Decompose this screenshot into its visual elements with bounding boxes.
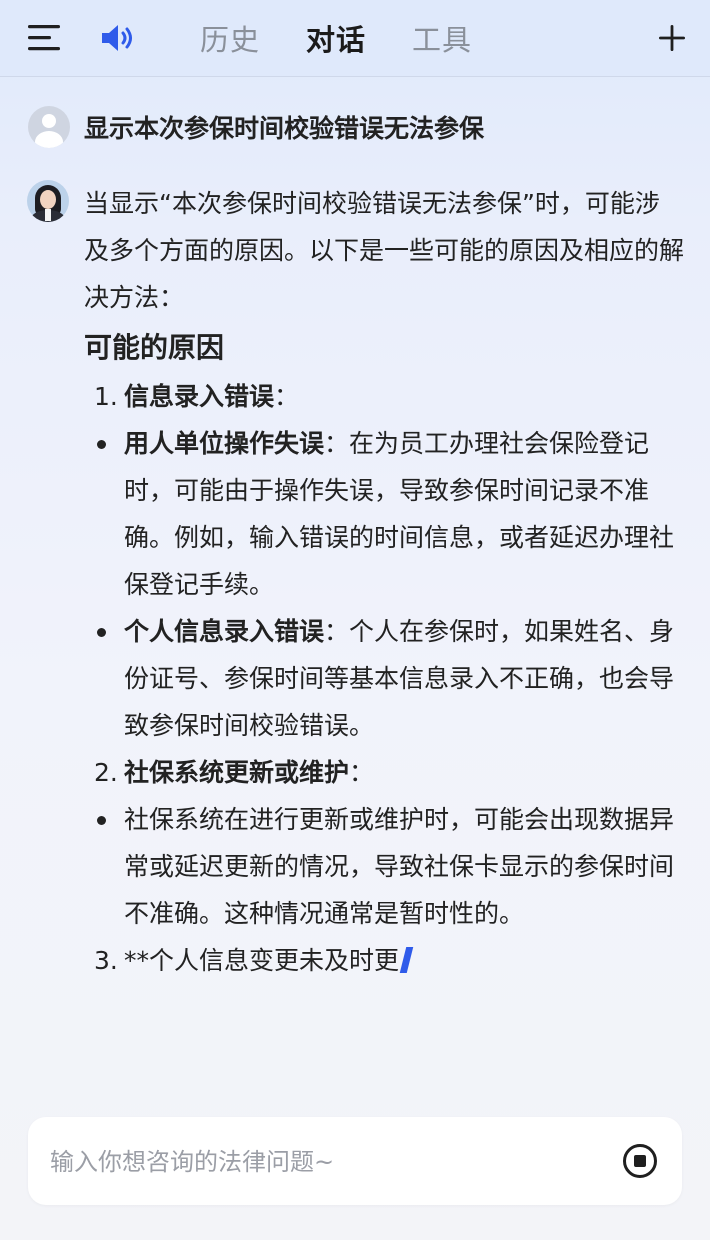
bullet-bold: 个人信息录入错误 <box>124 617 325 646</box>
tab-chat[interactable]: 对话 <box>306 17 366 59</box>
speaker-icon[interactable] <box>100 22 136 54</box>
tab-history[interactable]: 历史 <box>200 17 260 59</box>
list-item-suffix: ： <box>349 758 375 787</box>
list-item: 3. **个人信息变更未及时更 <box>84 937 684 984</box>
assistant-answer: 当显示“本次参保时间校验错误无法参保”时，可能涉及多个方面的原因。以下是一些可能… <box>84 180 684 984</box>
plus-icon[interactable] <box>656 22 688 54</box>
answer-intro: 当显示“本次参保时间校验错误无法参保”时，可能涉及多个方面的原因。以下是一些可能… <box>84 189 685 312</box>
assistant-avatar <box>27 180 69 222</box>
bullet-dot <box>97 628 106 637</box>
bullet-item: 用人单位操作失误：在为员工办理社会保险登记时，可能由于操作失误，导致参保时间记录… <box>84 420 684 608</box>
typing-cursor <box>399 947 414 973</box>
tab-bar: 历史 对话 工具 <box>200 0 518 76</box>
list-item-suffix: ： <box>274 382 300 411</box>
list-item-title: 社保系统更新或维护 <box>124 758 350 787</box>
list-item-partial-text: **个人信息变更未及时更 <box>124 946 400 975</box>
question-input[interactable] <box>48 1139 592 1185</box>
bullet-item: 社保系统在进行更新或维护时，可能会出现数据异常或延迟更新的情况，导致社保卡显示的… <box>84 796 684 937</box>
stop-icon[interactable] <box>622 1143 658 1179</box>
bullet-bold: 用人单位操作失误 <box>124 429 325 458</box>
bullet-dot <box>97 816 106 825</box>
bullet-text: 社保系统在进行更新或维护时，可能会出现数据异常或延迟更新的情况，导致社保卡显示的… <box>124 805 675 928</box>
list-item-title: 信息录入错误 <box>124 382 275 411</box>
tab-tools[interactable]: 工具 <box>412 17 472 59</box>
user-message: 显示本次参保时间校验错误无法参保 <box>28 106 484 148</box>
list-item: 1. 信息录入错误： <box>84 373 684 420</box>
answer-section-heading: 可能的原因 <box>84 331 225 364</box>
bullet-item: 个人信息录入错误：个人在参保时，如果姓名、身份证号、参保时间等基本信息录入不正确… <box>84 608 684 749</box>
user-message-text: 显示本次参保时间校验错误无法参保 <box>84 114 485 143</box>
top-bar: 历史 对话 工具 <box>0 0 710 77</box>
list-item-number: 3. <box>94 946 118 975</box>
list-item-number: 1. <box>94 382 118 411</box>
menu-icon[interactable] <box>28 24 62 52</box>
list-item-number: 2. <box>94 758 118 787</box>
bullet-dot <box>97 440 106 449</box>
list-item: 2. 社保系统更新或维护： <box>84 749 684 796</box>
user-avatar <box>28 106 70 148</box>
input-bar <box>28 1117 682 1205</box>
